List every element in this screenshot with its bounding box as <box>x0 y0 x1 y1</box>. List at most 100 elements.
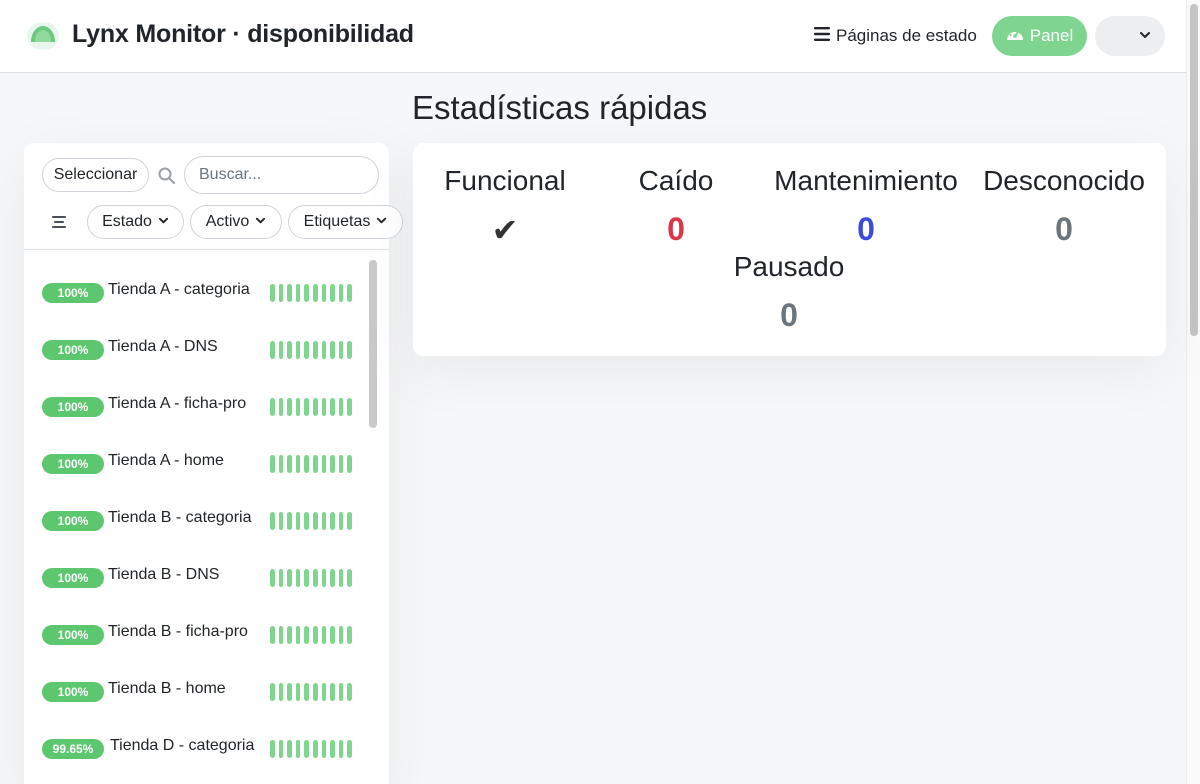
heartbeat-tick <box>321 626 327 644</box>
list-icon <box>814 26 830 46</box>
stat-value-maintenance: 0 <box>857 211 875 247</box>
heartbeat-tick <box>295 626 301 644</box>
heartbeat-tick <box>330 455 335 473</box>
heartbeat-tick <box>338 284 344 302</box>
status-filter-label: Estado <box>102 213 152 230</box>
heartbeat-tick <box>347 512 352 530</box>
heartbeat-tick <box>347 683 352 701</box>
search-input[interactable] <box>184 156 379 194</box>
heartbeat-bar <box>270 740 352 758</box>
stat-label-down: Caído <box>638 165 714 196</box>
monitor-list: 100% Tienda A - categoria 100% Tienda A … <box>24 251 389 784</box>
heartbeat-tick <box>304 683 309 701</box>
monitor-row[interactable]: 100% Tienda A - categoria <box>24 258 369 315</box>
stats-heading: Estadísticas rápidas <box>412 89 708 126</box>
heartbeat-tick <box>330 569 335 587</box>
heartbeat-bar <box>270 455 352 473</box>
tags-filter-button[interactable]: Etiquetas <box>288 205 403 239</box>
heartbeat-tick <box>295 683 301 701</box>
status-pages-link[interactable]: Páginas de estado <box>814 25 977 47</box>
chevron-down-icon <box>1139 28 1151 46</box>
heartbeat-tick <box>270 512 275 530</box>
page-scrollbar[interactable] <box>1186 0 1200 784</box>
uptime-badge: 100% <box>42 397 104 417</box>
heartbeat-tick <box>304 341 309 359</box>
heartbeat-tick <box>347 455 352 473</box>
monitor-row[interactable]: 100% Tienda A - ficha-pro <box>24 372 369 429</box>
heartbeat-bar <box>270 284 352 302</box>
heartbeat-tick <box>295 341 301 359</box>
stat-value-paused: 0 <box>780 297 798 333</box>
page-scrollbar-thumb[interactable] <box>1190 4 1198 336</box>
sort-icon[interactable] <box>52 215 66 233</box>
heartbeat-tick <box>278 455 284 473</box>
heartbeat-tick <box>338 683 344 701</box>
heartbeat-tick <box>330 626 335 644</box>
heartbeat-tick <box>321 569 327 587</box>
heartbeat-tick <box>270 740 275 758</box>
monitor-name: Tienda A - categoria <box>108 281 250 298</box>
heartbeat-tick <box>338 569 344 587</box>
gauge-icon <box>1006 26 1024 47</box>
heartbeat-tick <box>304 455 309 473</box>
heartbeat-tick <box>278 512 284 530</box>
monitor-row[interactable]: 100% Tienda B - categoria <box>24 486 369 543</box>
heartbeat-tick <box>330 341 335 359</box>
monitor-row[interactable]: 99.65% Tienda D - categoria <box>24 714 369 771</box>
stat-value-unknown: 0 <box>1055 211 1073 247</box>
heartbeat-tick <box>304 626 309 644</box>
active-filter-label: Activo <box>205 213 250 230</box>
heartbeat-tick <box>321 683 327 701</box>
uptime-badge: 100% <box>42 340 104 360</box>
active-filter-button[interactable]: Activo <box>190 205 282 239</box>
heartbeat-tick <box>278 740 284 758</box>
heartbeat-bar <box>270 683 352 701</box>
lynx-logo-icon[interactable] <box>26 21 60 51</box>
heartbeat-tick <box>270 398 275 416</box>
list-scrollbar-thumb[interactable] <box>369 260 377 428</box>
monitor-row[interactable]: 100% Tienda B - ficha-pro <box>24 600 369 657</box>
heartbeat-tick <box>312 398 318 416</box>
profile-dropdown[interactable] <box>1095 16 1165 56</box>
uptime-badge: 99.65% <box>42 739 104 759</box>
monitor-name: Tienda A - DNS <box>108 338 218 355</box>
heartbeat-tick <box>295 455 301 473</box>
panel-button[interactable]: Panel <box>992 16 1087 56</box>
stat-label-maintenance: Mantenimiento <box>774 165 958 196</box>
status-filter-button[interactable]: Estado <box>87 205 184 239</box>
heartbeat-tick <box>295 284 301 302</box>
heartbeat-tick <box>312 455 318 473</box>
stat-label-up: Funcional <box>444 165 566 196</box>
monitor-row[interactable]: 100% Tienda B - DNS <box>24 543 369 600</box>
heartbeat-tick <box>295 512 301 530</box>
heartbeat-tick <box>278 284 284 302</box>
heartbeat-tick <box>270 626 275 644</box>
heartbeat-bar <box>270 398 352 416</box>
heartbeat-tick <box>330 740 335 758</box>
monitor-name: Tienda A - ficha-pro <box>108 395 247 412</box>
monitor-row[interactable]: 100% Tienda A - DNS <box>24 315 369 372</box>
heartbeat-tick <box>287 398 292 416</box>
heartbeat-bar <box>270 569 352 587</box>
heartbeat-tick <box>330 284 335 302</box>
panel-label: Panel <box>1029 26 1074 45</box>
heartbeat-tick <box>347 284 352 302</box>
select-button[interactable]: Seleccionar <box>42 158 149 192</box>
heartbeat-tick <box>330 683 335 701</box>
stat-value-down: 0 <box>667 211 685 247</box>
monitor-row[interactable]: 100% Tienda B - home <box>24 657 369 714</box>
app-title[interactable]: Lynx Monitor · disponibilidad <box>72 20 414 49</box>
heartbeat-tick <box>304 512 309 530</box>
heartbeat-tick <box>338 740 344 758</box>
heartbeat-tick <box>295 740 301 758</box>
heartbeat-tick <box>295 398 301 416</box>
heartbeat-tick <box>321 512 327 530</box>
heartbeat-tick <box>347 569 352 587</box>
heartbeat-tick <box>270 455 275 473</box>
heartbeat-tick <box>287 740 292 758</box>
monitor-row[interactable]: 100% Tienda A - home <box>24 429 369 486</box>
heartbeat-tick <box>312 284 318 302</box>
top-navbar: Lynx Monitor · disponibilidad Páginas de… <box>0 0 1200 73</box>
heartbeat-tick <box>330 398 335 416</box>
heartbeat-tick <box>278 569 284 587</box>
